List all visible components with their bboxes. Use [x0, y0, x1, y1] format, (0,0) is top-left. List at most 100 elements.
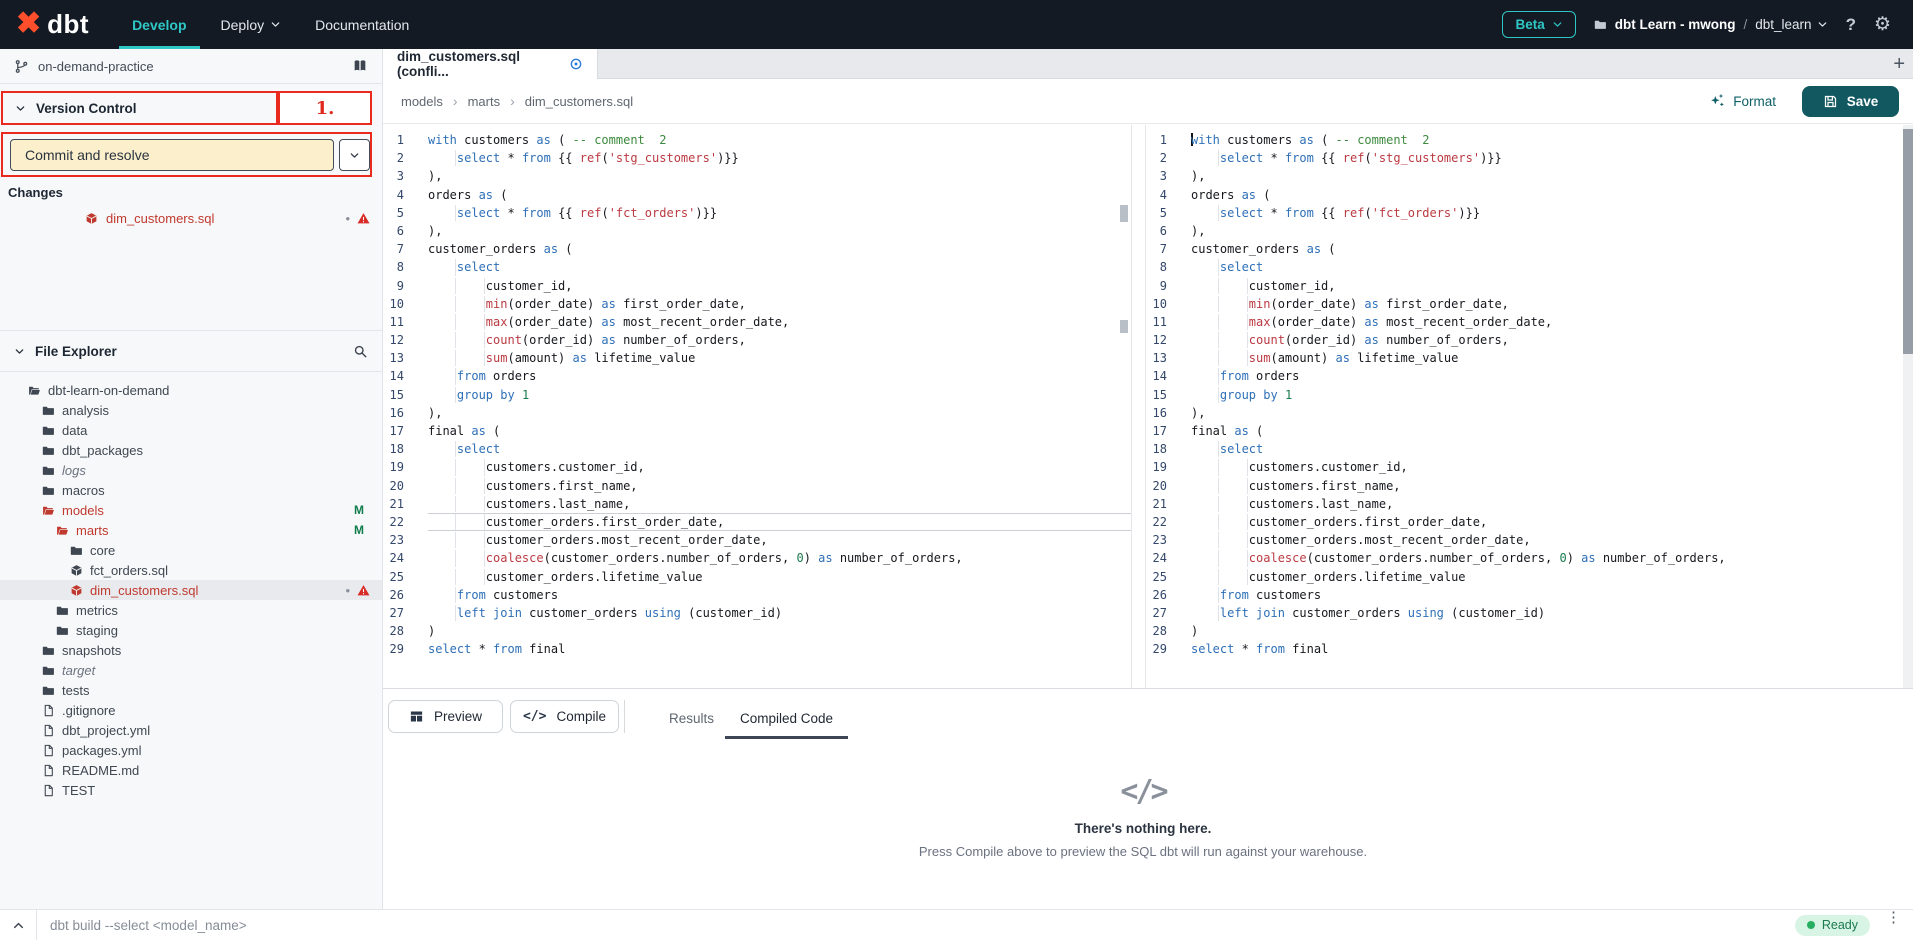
- tree-item-dbt-learn-on-demand[interactable]: dbt-learn-on-demand: [0, 380, 382, 400]
- code-editor-left[interactable]: 1with customers as ( -- comment 22 selec…: [383, 125, 1131, 688]
- code-line-24[interactable]: 24 coalesce(customer_orders.number_of_or…: [1146, 549, 1913, 567]
- help-icon[interactable]: ?: [1846, 15, 1856, 35]
- beta-dropdown[interactable]: Beta: [1502, 11, 1575, 38]
- code-line-24[interactable]: 24 coalesce(customer_orders.number_of_or…: [383, 549, 1131, 567]
- tree-item-target[interactable]: target: [0, 660, 382, 680]
- command-input[interactable]: dbt build --select <model_name>: [50, 918, 1795, 933]
- project-dropdown[interactable]: dbt_learn: [1755, 17, 1827, 32]
- breadcrumb-models[interactable]: models: [401, 94, 443, 109]
- code-line-11[interactable]: 11 max(order_date) as most_recent_order_…: [1146, 313, 1913, 331]
- code-line-25[interactable]: 25 customer_orders.lifetime_value: [1146, 568, 1913, 586]
- code-line-28[interactable]: 28): [1146, 622, 1913, 640]
- code-line-13[interactable]: 13 sum(amount) as lifetime_value: [383, 349, 1131, 367]
- code-line-15[interactable]: 15 group by 1: [1146, 386, 1913, 404]
- code-line-1[interactable]: 1with customers as ( -- comment 2: [383, 131, 1131, 149]
- code-line-14[interactable]: 14 from orders: [1146, 367, 1913, 385]
- commit-options-dropdown[interactable]: [339, 139, 370, 171]
- code-line-27[interactable]: 27 left join customer_orders using (cust…: [1146, 604, 1913, 622]
- search-icon[interactable]: [353, 344, 368, 359]
- tree-item-metrics[interactable]: metrics: [0, 600, 382, 620]
- code-line-10[interactable]: 10 min(order_date) as first_order_date,: [1146, 295, 1913, 313]
- code-line-23[interactable]: 23 customer_orders.most_recent_order_dat…: [383, 531, 1131, 549]
- code-line-26[interactable]: 26 from customers: [1146, 586, 1913, 604]
- collapse-panel-button[interactable]: [0, 919, 36, 932]
- tree-item-logs[interactable]: logs: [0, 460, 382, 480]
- new-tab-button[interactable]: +: [1893, 49, 1905, 79]
- tree-item-dbt_project.yml[interactable]: dbt_project.yml: [0, 720, 382, 740]
- docs-book-icon[interactable]: [352, 58, 368, 74]
- code-line-7[interactable]: 7customer_orders as (: [1146, 240, 1913, 258]
- code-line-27[interactable]: 27 left join customer_orders using (cust…: [383, 604, 1131, 622]
- code-line-21[interactable]: 21 customers.last_name,: [1146, 495, 1913, 513]
- code-line-29[interactable]: 29select * from final: [383, 640, 1131, 658]
- code-line-25[interactable]: 25 customer_orders.lifetime_value: [383, 568, 1131, 586]
- pane-resize-gutter[interactable]: [1131, 125, 1146, 688]
- code-line-2[interactable]: 2 select * from {{ ref('stg_customers')}…: [1146, 149, 1913, 167]
- tree-item-analysis[interactable]: analysis: [0, 400, 382, 420]
- code-line-15[interactable]: 15 group by 1: [383, 386, 1131, 404]
- compile-button[interactable]: </> Compile: [510, 700, 619, 733]
- code-line-9[interactable]: 9 customer_id,: [1146, 277, 1913, 295]
- code-line-8[interactable]: 8 select: [383, 258, 1131, 276]
- code-line-6[interactable]: 6),: [383, 222, 1131, 240]
- tree-item-staging[interactable]: staging: [0, 620, 382, 640]
- preview-button[interactable]: Preview: [388, 700, 503, 733]
- gear-icon[interactable]: ⚙: [1874, 15, 1891, 34]
- changed-file-dim_customers.sql[interactable]: dim_customers.sql•: [0, 207, 382, 229]
- code-line-3[interactable]: 3),: [1146, 167, 1913, 185]
- code-line-18[interactable]: 18 select: [1146, 440, 1913, 458]
- format-button[interactable]: Format: [1709, 93, 1776, 109]
- tree-item-models[interactable]: modelsM: [0, 500, 382, 520]
- breadcrumb-marts[interactable]: marts: [468, 94, 501, 109]
- code-line-29[interactable]: 29select * from final: [1146, 640, 1913, 658]
- code-line-1[interactable]: 1with customers as ( -- comment 2: [1146, 131, 1913, 149]
- version-control-header[interactable]: Version Control: [1, 91, 278, 125]
- tree-item-core[interactable]: core: [0, 540, 382, 560]
- code-line-23[interactable]: 23 customer_orders.most_recent_order_dat…: [1146, 531, 1913, 549]
- code-line-26[interactable]: 26 from customers: [383, 586, 1131, 604]
- code-line-9[interactable]: 9 customer_id,: [383, 277, 1131, 295]
- code-line-7[interactable]: 7customer_orders as (: [383, 240, 1131, 258]
- code-line-13[interactable]: 13 sum(amount) as lifetime_value: [1146, 349, 1913, 367]
- code-line-16[interactable]: 16),: [1146, 404, 1913, 422]
- commit-and-resolve-button[interactable]: Commit and resolve: [10, 139, 334, 171]
- tree-item-data[interactable]: data: [0, 420, 382, 440]
- code-line-5[interactable]: 5 select * from {{ ref('fct_orders')}}: [383, 204, 1131, 222]
- code-line-22[interactable]: 22 customer_orders.first_order_date,: [1146, 513, 1913, 531]
- nav-item-documentation[interactable]: Documentation: [298, 0, 426, 49]
- code-line-4[interactable]: 4orders as (: [1146, 186, 1913, 204]
- code-line-8[interactable]: 8 select: [1146, 258, 1913, 276]
- tree-item-.gitignore[interactable]: .gitignore: [0, 700, 382, 720]
- nav-item-develop[interactable]: Develop: [115, 0, 203, 49]
- tree-item-snapshots[interactable]: snapshots: [0, 640, 382, 660]
- tree-item-README.md[interactable]: README.md: [0, 760, 382, 780]
- code-line-14[interactable]: 14 from orders: [383, 367, 1131, 385]
- code-line-5[interactable]: 5 select * from {{ ref('fct_orders')}}: [1146, 204, 1913, 222]
- breadcrumb-file[interactable]: dim_customers.sql: [525, 94, 633, 109]
- code-line-19[interactable]: 19 customers.customer_id,: [1146, 458, 1913, 476]
- code-line-17[interactable]: 17final as (: [383, 422, 1131, 440]
- code-line-12[interactable]: 12 count(order_id) as number_of_orders,: [1146, 331, 1913, 349]
- tree-item-marts[interactable]: martsM: [0, 520, 382, 540]
- code-line-17[interactable]: 17final as (: [1146, 422, 1913, 440]
- code-line-12[interactable]: 12 count(order_id) as number_of_orders,: [383, 331, 1131, 349]
- code-line-20[interactable]: 20 customers.first_name,: [383, 477, 1131, 495]
- code-line-11[interactable]: 11 max(order_date) as most_recent_order_…: [383, 313, 1131, 331]
- code-line-28[interactable]: 28): [383, 622, 1131, 640]
- dbt-logo[interactable]: ✖ dbt: [0, 0, 115, 49]
- code-line-18[interactable]: 18 select: [383, 440, 1131, 458]
- code-line-16[interactable]: 16),: [383, 404, 1131, 422]
- code-line-10[interactable]: 10 min(order_date) as first_order_date,: [383, 295, 1131, 313]
- code-editor-right[interactable]: 1with customers as ( -- comment 22 selec…: [1146, 125, 1913, 688]
- tree-item-dbt_packages[interactable]: dbt_packages: [0, 440, 382, 460]
- tree-item-macros[interactable]: macros: [0, 480, 382, 500]
- tree-item-tests[interactable]: tests: [0, 680, 382, 700]
- nav-item-deploy[interactable]: Deploy: [204, 0, 299, 49]
- code-line-20[interactable]: 20 customers.first_name,: [1146, 477, 1913, 495]
- tab-results[interactable]: Results: [667, 700, 716, 736]
- file-explorer-header[interactable]: File Explorer: [0, 331, 382, 372]
- code-line-3[interactable]: 3),: [383, 167, 1131, 185]
- tree-item-TEST[interactable]: TEST: [0, 780, 382, 800]
- tab-dim-customers[interactable]: dim_customers.sql (confli...: [383, 49, 598, 79]
- code-line-2[interactable]: 2 select * from {{ ref('stg_customers')}…: [383, 149, 1131, 167]
